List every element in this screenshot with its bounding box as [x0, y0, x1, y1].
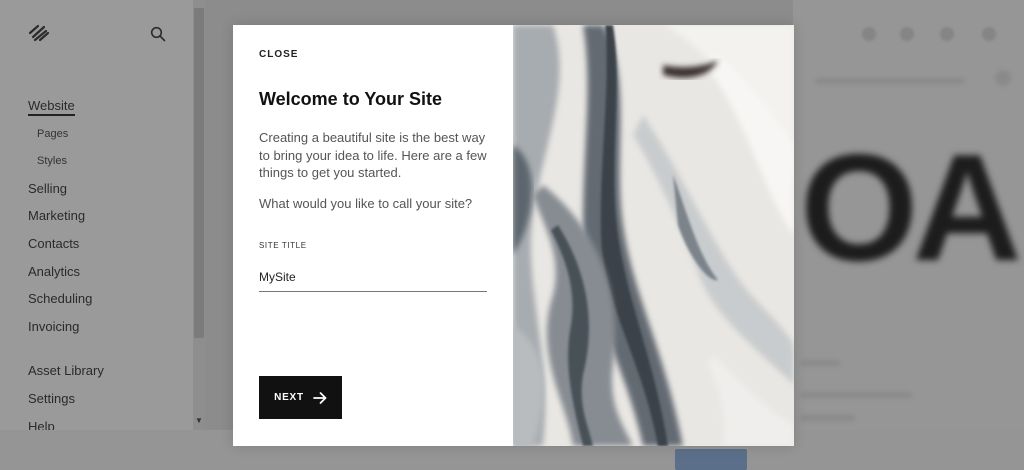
sidebar-item-scheduling[interactable]: Scheduling	[28, 289, 104, 317]
welcome-modal: CLOSE Welcome to Your Site Creating a be…	[233, 25, 794, 446]
preview-icon	[940, 27, 954, 41]
modal-title: Welcome to Your Site	[259, 89, 443, 109]
sidebar-item-contacts[interactable]: Contacts	[28, 234, 104, 262]
preview-text-line	[800, 392, 912, 398]
preview-heading: OA	[800, 123, 1022, 293]
sidebar-item-asset-library[interactable]: Asset Library	[28, 361, 104, 389]
next-button-label: NEXT	[274, 392, 304, 403]
sidebar-item-invoicing[interactable]: Invoicing	[28, 317, 104, 345]
bottom-action-button[interactable]	[675, 449, 747, 470]
sidebar-item-settings[interactable]: Settings	[28, 389, 104, 417]
sidebar-item-marketing[interactable]: Marketing	[28, 206, 104, 234]
sidebar-scrollbar-thumb[interactable]	[194, 8, 204, 338]
site-title-input[interactable]	[259, 263, 487, 292]
sidebar-item-selling[interactable]: Selling	[28, 179, 104, 207]
preview-text-line	[800, 360, 840, 366]
preview-icon	[982, 27, 996, 41]
arrow-right-icon	[313, 391, 327, 404]
scroll-down-arrow-icon[interactable]: ▼	[195, 416, 203, 425]
sidebar-item-pages[interactable]: Pages	[28, 124, 104, 152]
sidebar-item-website[interactable]: Website	[28, 96, 104, 124]
preview-text-line	[800, 415, 855, 421]
preview-icon	[995, 70, 1011, 86]
preview-icon	[862, 27, 876, 41]
preview-nav-line	[815, 78, 965, 84]
sidebar-nav: Website Pages Styles Selling Marketing C…	[28, 96, 104, 444]
sidebar-item-styles[interactable]: Styles	[28, 151, 104, 179]
next-button[interactable]: NEXT	[259, 376, 342, 419]
search-icon[interactable]	[150, 26, 166, 42]
modal-question: What would you like to call your site?	[259, 196, 473, 211]
modal-description: Creating a beautiful site is the best wa…	[259, 130, 487, 180]
sidebar-item-analytics[interactable]: Analytics	[28, 262, 104, 290]
site-title-label: SITE TITLE	[259, 241, 307, 250]
marble-texture-image	[513, 25, 794, 446]
squarespace-logo-icon[interactable]	[28, 24, 50, 42]
sidebar: Website Pages Styles Selling Marketing C…	[0, 0, 193, 470]
preview-icon	[900, 27, 914, 41]
close-button[interactable]: CLOSE	[259, 49, 298, 60]
